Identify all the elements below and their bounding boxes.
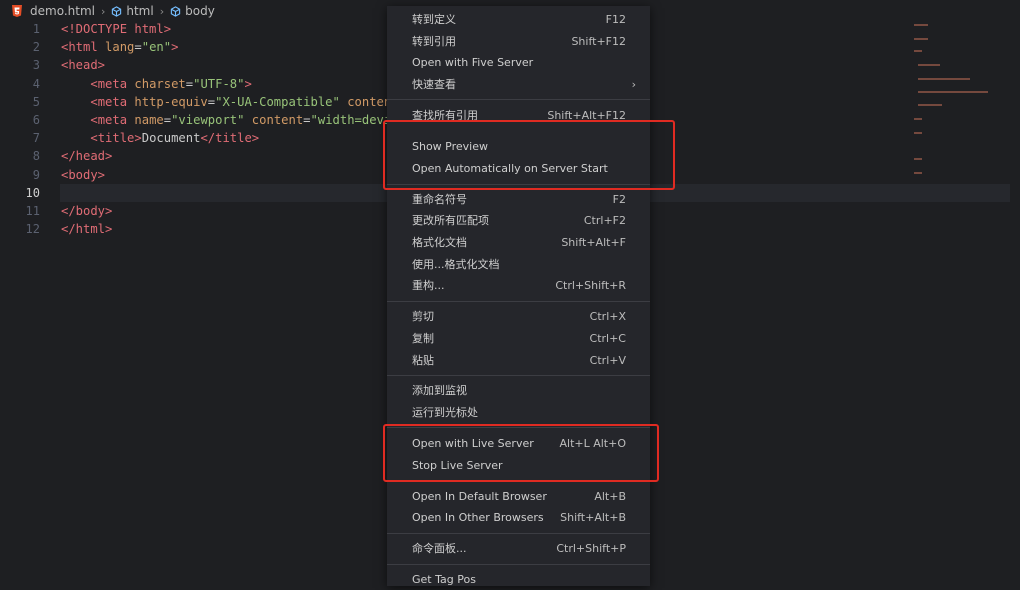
code-token: "width=devi	[310, 112, 392, 127]
code-token: lang	[105, 40, 135, 55]
code-token: <!DOCTYPE html>	[61, 22, 172, 36]
menu-item-peek[interactable]: 快速查看 ›	[387, 74, 650, 95]
code-token: "viewport"	[171, 112, 245, 127]
line-number-gutter: 1 2 3 4 5 6 7 8 9 10 11 12	[0, 20, 40, 238]
code-token: </head>	[61, 149, 113, 164]
code-token: </html>	[61, 222, 113, 237]
line-number: 5	[32, 94, 40, 109]
code-token: charset	[134, 76, 186, 91]
menu-separator	[387, 99, 650, 100]
code-token: "en"	[141, 40, 172, 55]
code-token: <head>	[61, 58, 106, 73]
code-token: "X-UA-Compatible"	[215, 94, 340, 109]
line-number: 2	[32, 40, 40, 55]
code-token: >	[244, 76, 252, 91]
menu-item-format-document[interactable]: 格式化文档 Shift+Alt+F	[387, 232, 650, 253]
code-token: </body>	[61, 203, 113, 218]
code-token: <meta	[90, 94, 135, 109]
cube-icon	[170, 5, 181, 17]
code-token: "UTF-8"	[193, 76, 245, 91]
breadcrumb-html[interactable]: html	[126, 4, 153, 18]
chevron-right-icon: ›	[100, 4, 106, 18]
code-token: <title>	[90, 131, 142, 146]
breadcrumb-body[interactable]: body	[185, 4, 215, 18]
line-number: 7	[32, 131, 40, 146]
menu-item-command-palette[interactable]: 命令面板... Ctrl+Shift+P	[387, 538, 650, 559]
menu-item-open-five-server[interactable]: Open with Five Server	[387, 52, 650, 73]
menu-item-go-to-references[interactable]: 转到引用 Shift+F12	[387, 31, 650, 52]
code-token: <body>	[61, 167, 106, 182]
menu-separator	[387, 533, 650, 534]
menu-item-rename-symbol[interactable]: 重命名符号 F2	[387, 189, 650, 210]
line-number: 8	[32, 149, 40, 164]
menu-item-format-document-with[interactable]: 使用...格式化文档	[387, 254, 650, 275]
code-token: name	[134, 112, 164, 127]
html5-file-icon	[12, 5, 22, 17]
highlight-box	[383, 424, 659, 482]
code-token: Document	[141, 131, 201, 146]
minimap[interactable]	[910, 18, 1010, 218]
menu-item-add-to-watch[interactable]: 添加到监视	[387, 380, 650, 401]
line-number: 9	[32, 167, 40, 182]
code-token: content	[244, 112, 304, 127]
code-token: <meta	[90, 76, 135, 91]
chevron-right-icon: ›	[159, 4, 165, 18]
line-number: 11	[25, 203, 40, 218]
menu-item-go-to-definition[interactable]: 转到定义 F12	[387, 9, 650, 30]
menu-item-refactor[interactable]: 重构... Ctrl+Shift+R	[387, 275, 650, 296]
line-number: 12	[25, 222, 40, 237]
chevron-right-icon: ›	[631, 78, 636, 91]
code-token: >	[171, 40, 179, 55]
code-token: <meta	[90, 112, 135, 127]
code-token: http-equiv	[134, 94, 208, 109]
menu-item-open-other-browsers[interactable]: Open In Other Browsers Shift+Alt+B	[387, 507, 650, 528]
line-number: 6	[32, 112, 40, 127]
line-number: 1	[32, 22, 40, 36]
menu-separator	[387, 564, 650, 565]
highlight-box	[383, 120, 675, 190]
line-number: 10	[25, 185, 40, 200]
menu-separator	[387, 375, 650, 376]
menu-item-paste[interactable]: 粘贴 Ctrl+V	[387, 350, 650, 371]
line-number: 4	[32, 76, 40, 91]
menu-item-run-to-cursor[interactable]: 运行到光标处	[387, 402, 650, 423]
code-token: conten	[339, 94, 392, 109]
menu-item-change-all-occurrences[interactable]: 更改所有匹配项 Ctrl+F2	[387, 210, 650, 231]
menu-item-open-default-browser[interactable]: Open In Default Browser Alt+B	[387, 486, 650, 507]
cube-icon	[112, 5, 122, 17]
context-menu: 转到定义 F12 转到引用 Shift+F12 Open with Five Ser…	[387, 6, 650, 586]
menu-item-get-tag-pos[interactable]: Get Tag Pos	[387, 569, 650, 590]
code-token: </title>	[200, 131, 260, 146]
line-number: 3	[32, 58, 40, 73]
menu-item-cut[interactable]: 剪切 Ctrl+X	[387, 306, 650, 327]
breadcrumb-file[interactable]: demo.html	[30, 4, 95, 18]
menu-item-copy[interactable]: 复制 Ctrl+C	[387, 328, 650, 349]
menu-separator	[387, 301, 650, 302]
code-token: =	[134, 40, 142, 55]
code-token: <html	[61, 40, 106, 55]
